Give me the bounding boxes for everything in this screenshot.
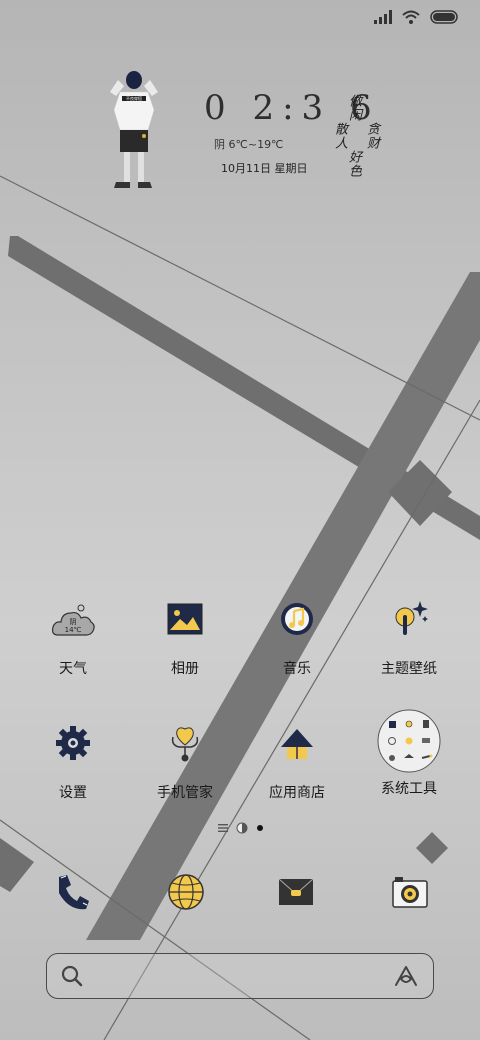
app-label: 手机管家 bbox=[157, 785, 213, 801]
page-dot-2[interactable] bbox=[256, 824, 264, 832]
system-tools-folder-icon bbox=[377, 709, 441, 773]
app-music[interactable]: 音乐 bbox=[242, 596, 352, 678]
search-icon[interactable] bbox=[61, 965, 83, 987]
app-gallery[interactable]: 相册 bbox=[130, 596, 240, 678]
app-label: 系统工具 bbox=[381, 781, 437, 797]
security-icon bbox=[171, 727, 199, 762]
app-settings[interactable]: 设置 bbox=[18, 720, 128, 802]
dock-messages[interactable] bbox=[273, 869, 319, 915]
app-store-icon bbox=[281, 729, 313, 759]
wifi-icon bbox=[402, 10, 420, 24]
dock-phone[interactable] bbox=[49, 869, 95, 915]
signature-col-3: 贪财 bbox=[364, 122, 379, 150]
signature-col-2: 散人 bbox=[332, 122, 347, 150]
dock-camera[interactable] bbox=[387, 869, 433, 915]
music-icon bbox=[281, 603, 313, 635]
weather-icon-text-top: 阴 bbox=[70, 617, 77, 626]
folder-system-tools[interactable]: 系统工具 bbox=[354, 708, 464, 798]
themes-icon bbox=[395, 601, 428, 635]
weather-icon: 阴 14℃ bbox=[51, 604, 95, 636]
messages-icon bbox=[278, 878, 314, 905]
page-list-icon[interactable] bbox=[218, 824, 228, 832]
browser-icon bbox=[168, 874, 204, 910]
app-store[interactable]: 应用商店 bbox=[242, 720, 352, 802]
page-dot-1[interactable] bbox=[236, 822, 248, 834]
battery-icon bbox=[430, 10, 458, 24]
figure-illustration[interactable]: 不良穿搭 bbox=[100, 70, 168, 198]
phone-icon bbox=[59, 875, 89, 910]
date-label: 10月11日 星期日 bbox=[221, 162, 308, 175]
app-weather[interactable]: 阴 14℃ 天气 bbox=[18, 596, 128, 678]
app-label: 设置 bbox=[59, 785, 87, 801]
signal-icon bbox=[374, 10, 392, 24]
app-label: 天气 bbox=[59, 661, 87, 677]
settings-icon bbox=[56, 726, 90, 760]
app-security[interactable]: 手机管家 bbox=[130, 720, 240, 802]
signature-col-1: 做闲 bbox=[346, 94, 361, 122]
weather-summary[interactable]: 阴 6℃~19℃ bbox=[214, 136, 283, 152]
app-label: 主题壁纸 bbox=[381, 661, 437, 677]
gallery-icon bbox=[167, 603, 203, 635]
app-label: 音乐 bbox=[283, 661, 311, 677]
assistant-icon[interactable] bbox=[393, 965, 419, 987]
weather-icon-text-bottom: 14℃ bbox=[65, 626, 82, 634]
camera-icon bbox=[392, 877, 428, 908]
status-bar bbox=[374, 10, 460, 24]
dock-browser[interactable] bbox=[163, 869, 209, 915]
search-bar[interactable] bbox=[46, 953, 434, 999]
app-label: 相册 bbox=[171, 661, 199, 677]
app-themes[interactable]: 主题壁纸 bbox=[354, 596, 464, 678]
signature-col-4: 好色 bbox=[346, 150, 361, 178]
figure-shirt-text: 不良穿搭 bbox=[126, 95, 142, 101]
page-indicator[interactable] bbox=[218, 822, 264, 834]
app-label: 应用商店 bbox=[269, 785, 325, 801]
